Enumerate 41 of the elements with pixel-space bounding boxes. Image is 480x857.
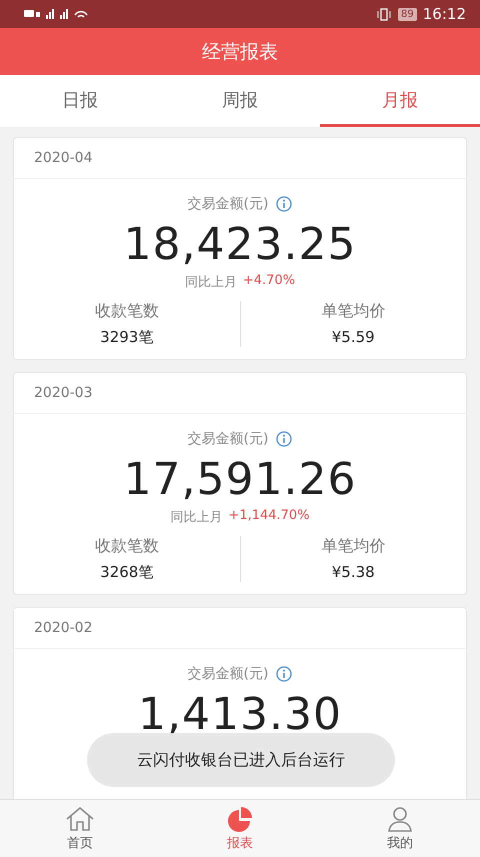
user-icon (386, 806, 414, 832)
card-date: 2020-02 (14, 608, 466, 649)
card-date: 2020-03 (14, 373, 466, 414)
change-label: 同比上月 (184, 274, 237, 291)
amount-label: 交易金额(元) (188, 195, 268, 213)
info-icon[interactable] (276, 666, 292, 682)
stat-value: 3293笔 (100, 328, 154, 347)
amount-value: 18,423.25 (124, 219, 356, 271)
amount-label: 交易金额(元) (188, 665, 268, 683)
wifi-icon (74, 10, 88, 18)
toast-message: 云闪付收银台已进入后台运行 (87, 733, 395, 787)
nav-item[interactable]: 报表 (160, 800, 320, 857)
stat-label: 收款笔数 (94, 301, 159, 322)
battery-level: 89 (398, 8, 417, 20)
stat-value: ¥5.59 (332, 328, 375, 346)
page-title: 经营报表 (202, 40, 278, 64)
stat-label: 收款笔数 (94, 536, 159, 557)
info-icon[interactable] (276, 196, 292, 212)
stat-label: 单笔均价 (321, 301, 386, 322)
stat-value: 3268笔 (100, 563, 154, 582)
hd-icon (24, 10, 40, 18)
signal-icon (60, 9, 68, 19)
tab[interactable]: 周报 (160, 75, 320, 127)
tab[interactable]: 月报 (320, 75, 480, 127)
nav-item[interactable]: 首页 (0, 800, 160, 857)
stat-value: ¥5.38 (332, 563, 375, 581)
tab[interactable]: 日报 (0, 75, 160, 127)
change-value: +1,144.70% (228, 508, 310, 525)
pie-chart-icon (226, 806, 254, 832)
home-icon (65, 806, 95, 832)
change-value: +4.70% (242, 273, 296, 290)
card-date: 2020-04 (14, 138, 466, 179)
info-icon[interactable] (276, 431, 292, 447)
stat-label: 单笔均价 (321, 536, 386, 557)
amount-value: 17,591.26 (124, 454, 356, 506)
nav-item[interactable]: 我的 (320, 800, 480, 857)
signal-icon (46, 9, 54, 19)
vibrate-icon (376, 8, 392, 20)
change-label: 同比上月 (170, 509, 222, 526)
amount-label: 交易金额(元) (188, 430, 268, 448)
clock: 16:12 (422, 5, 466, 23)
